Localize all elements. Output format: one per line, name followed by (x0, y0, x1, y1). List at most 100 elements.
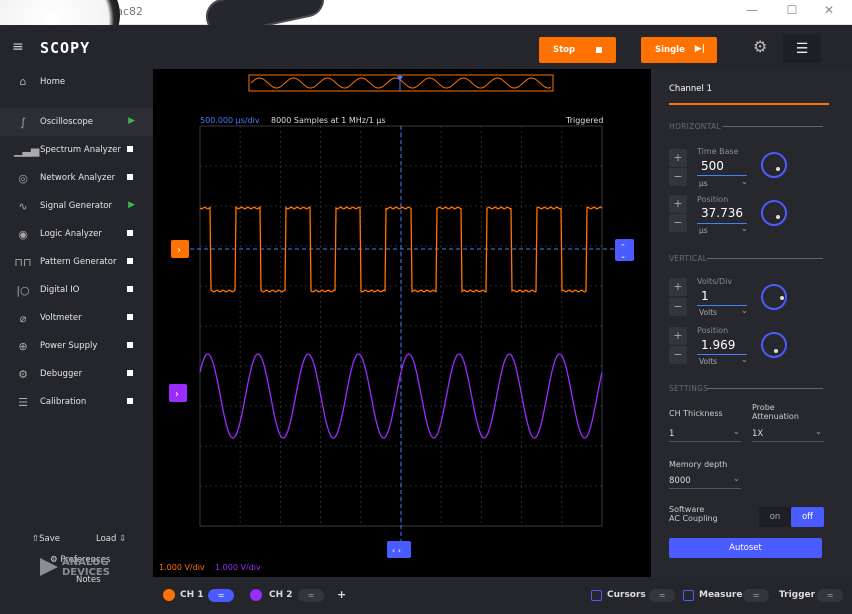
volts-div-increment-button[interactable]: + (669, 278, 687, 296)
gear-icon[interactable]: ⚙ (753, 37, 767, 56)
sidebar-item-calibration[interactable]: ☰ Calibration (0, 388, 153, 416)
time-base-knob[interactable] (761, 152, 787, 178)
ch1-settings-toggle[interactable]: ≂ (208, 589, 234, 602)
time-base-decrement-button[interactable]: − (669, 168, 687, 186)
top-toolbar: Stop Single ▶| ⚙ ☰ (153, 25, 852, 69)
sidebar-item-label: Oscilloscope (40, 117, 94, 127)
chevron-down-icon[interactable]: ⌄ (741, 355, 748, 364)
oscilloscope-plot[interactable]: › › ⌃ ⌄ ‹ › 500.000 µs/div 8000 Samples … (153, 69, 651, 577)
v-position-knob[interactable] (761, 332, 787, 358)
debugger-icon: ⚙ (18, 367, 28, 381)
sidebar-item-digital-io[interactable]: |○ Digital IO (0, 276, 153, 304)
v-position-increment-button[interactable]: + (669, 327, 687, 345)
section-divider (707, 258, 823, 259)
single-button[interactable]: Single ▶| (641, 37, 717, 63)
ch2-settings-toggle[interactable]: ≂ (298, 589, 324, 602)
stop-status-icon[interactable] (127, 342, 133, 348)
autoset-button[interactable]: Autoset (669, 538, 822, 558)
v-position-input[interactable]: 1.969 (701, 338, 735, 352)
probe-attenuation-select[interactable]: 1X (752, 429, 763, 439)
v-position-decrement-button[interactable]: − (669, 346, 687, 364)
run-status-icon[interactable]: ▶ (128, 116, 135, 126)
sidebar-item-label: Voltmeter (40, 313, 82, 323)
trigger-settings-toggle[interactable]: ≂ (817, 589, 843, 602)
load-button[interactable]: Load ⇩ (96, 534, 126, 544)
stop-button[interactable]: Stop (539, 37, 616, 63)
measure-checkbox[interactable] (683, 590, 694, 601)
ch1-label[interactable]: CH 1 (180, 590, 204, 600)
cursors-settings-toggle[interactable]: ≂ (649, 589, 675, 602)
stop-icon (596, 47, 602, 53)
ch-thickness-select[interactable]: 1 (669, 429, 674, 439)
stop-status-icon[interactable] (127, 174, 133, 180)
stop-status-icon[interactable] (127, 286, 133, 292)
trigger-label[interactable]: Trigger (779, 590, 815, 600)
volts-div-unit-select[interactable]: Volts (699, 308, 717, 317)
ch1-color-dot[interactable] (163, 589, 175, 601)
sidebar-item-pattern-generator[interactable]: ⊓⊓ Pattern Generator (0, 248, 153, 276)
volts-div-knob[interactable] (761, 284, 787, 310)
section-divider (707, 388, 823, 389)
stop-status-icon[interactable] (127, 230, 133, 236)
stop-status-icon[interactable] (127, 258, 133, 264)
v-position-unit-select[interactable]: Volts (699, 357, 717, 366)
position-increment-button[interactable]: + (669, 195, 687, 213)
toggle-on[interactable]: on (759, 507, 791, 527)
time-base-input[interactable]: 500 (701, 159, 724, 173)
measure-label[interactable]: Measure (699, 590, 742, 600)
time-base-increment-button[interactable]: + (669, 149, 687, 167)
stop-status-icon[interactable] (127, 314, 133, 320)
ch2-color-dot[interactable] (250, 589, 262, 601)
position-input[interactable]: 37.736 (701, 206, 743, 220)
sliders-icon: ☰ (795, 41, 809, 57)
sidebar-item-oscilloscope[interactable]: ∫ Oscilloscope ▶ (0, 108, 153, 136)
sidebar-item-home[interactable]: ⌂ Home (0, 69, 153, 94)
sliders-icon: ≂ (307, 591, 315, 600)
measure-settings-toggle[interactable]: ≂ (743, 589, 769, 602)
calibration-icon: ☰ (18, 395, 28, 409)
stop-status-icon[interactable] (127, 370, 133, 376)
settings-panel-toggle[interactable]: ☰ (783, 35, 821, 63)
chevron-down-icon[interactable]: ⌄ (733, 474, 740, 483)
memory-depth-select[interactable]: 8000 (669, 476, 691, 486)
save-button[interactable]: ⇧Save (32, 534, 60, 544)
sidebar-item-signal-generator[interactable]: ∿ Signal Generator ▶ (0, 192, 153, 220)
position-decrement-button[interactable]: − (669, 214, 687, 232)
sidebar-item-network-analyzer[interactable]: ◎ Network Analyzer (0, 164, 153, 192)
sidebar-item-debugger[interactable]: ⚙ Debugger (0, 360, 153, 388)
chevron-down-icon[interactable]: ⌄ (741, 177, 748, 186)
position-knob[interactable] (761, 200, 787, 226)
cursors-checkbox[interactable] (591, 590, 602, 601)
power-supply-icon: ⊕ (18, 339, 28, 353)
cursors-label[interactable]: Cursors (607, 590, 646, 600)
channel-color-line (669, 103, 829, 105)
sliders-icon: ≂ (658, 591, 666, 600)
sidebar-item-logic-analyzer[interactable]: ◉ Logic Analyzer (0, 220, 153, 248)
close-button[interactable]: ✕ (812, 3, 846, 21)
toggle-off[interactable]: off (791, 507, 824, 527)
position-unit-select[interactable]: µs (699, 226, 708, 235)
add-channel-button[interactable]: + (337, 588, 346, 601)
ch2-label[interactable]: CH 2 (269, 590, 293, 600)
chevron-down-icon[interactable]: ⌄ (815, 427, 822, 436)
stop-status-icon[interactable] (127, 146, 133, 152)
ac-coupling-toggle[interactable]: on off (759, 507, 824, 527)
sidebar-item-voltmeter[interactable]: ⌀ Voltmeter (0, 304, 153, 332)
chevron-down-icon[interactable]: ⌄ (741, 224, 748, 233)
maximize-button[interactable]: ☐ (775, 3, 809, 21)
time-base-unit-select[interactable]: µs (699, 179, 708, 188)
analog-devices-logo: ANALOG DEVICES (40, 558, 110, 578)
sidebar-item-spectrum-analyzer[interactable]: ▁▃▅ Spectrum Analyzer (0, 136, 153, 164)
sidebar-item-label: Pattern Generator (40, 257, 117, 267)
minimize-button[interactable]: — (735, 3, 769, 21)
sidebar-item-power-supply[interactable]: ⊕ Power Supply (0, 332, 153, 360)
sidebar-item-label: Signal Generator (40, 201, 112, 211)
run-status-icon[interactable]: ▶ (128, 200, 135, 210)
stop-status-icon[interactable] (127, 398, 133, 404)
volts-div-input[interactable]: 1 (701, 289, 709, 303)
chevron-down-icon[interactable]: ⌄ (733, 427, 740, 436)
chevron-down-icon[interactable]: ⌄ (741, 306, 748, 315)
menu-icon[interactable]: ≡ (12, 39, 26, 55)
sliders-icon: ≂ (752, 591, 760, 600)
volts-div-decrement-button[interactable]: − (669, 298, 687, 316)
